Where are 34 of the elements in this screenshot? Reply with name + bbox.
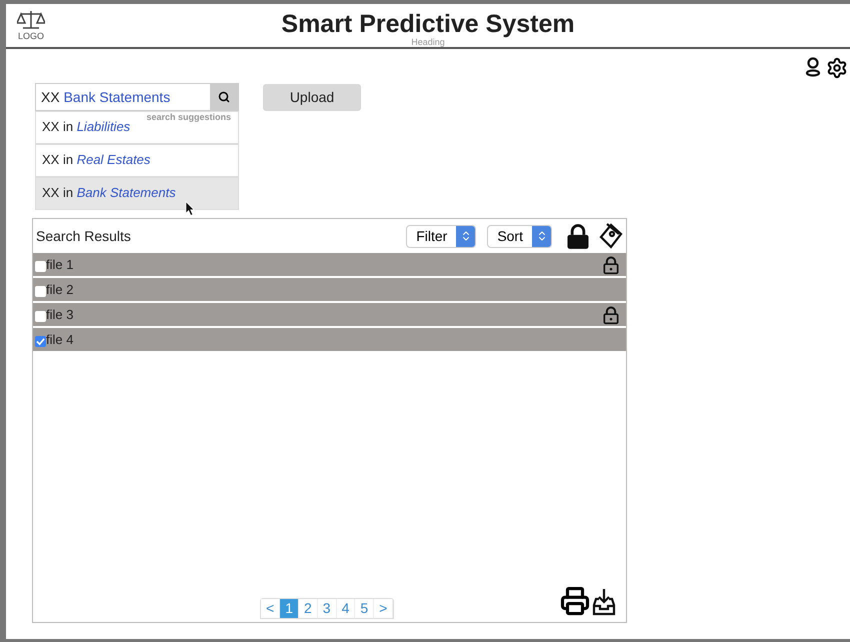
results-title: Search Results — [36, 226, 132, 246]
suggestions-hint: search suggestions — [146, 111, 231, 124]
row-checkbox[interactable] — [35, 286, 46, 296]
settings-icon[interactable] — [826, 57, 848, 79]
upload-button[interactable]: Upload — [263, 84, 361, 111]
mouse-pointer-icon — [185, 201, 195, 216]
filter-select[interactable]: Filter — [406, 224, 476, 248]
suggestion-item[interactable]: XX in Bank Statements — [35, 177, 239, 210]
printer-icon[interactable] — [560, 586, 590, 616]
page-link[interactable]: < — [261, 599, 280, 618]
file-name: file 3 — [46, 306, 74, 324]
file-row[interactable]: file 2 — [33, 278, 626, 301]
row-checkbox[interactable] — [35, 310, 46, 322]
logo-text: LOGO — [18, 32, 44, 41]
tag-icon[interactable] — [598, 222, 624, 250]
search-button[interactable] — [210, 84, 238, 110]
sort-select[interactable]: Sort — [487, 224, 552, 248]
row-checkbox[interactable] — [35, 336, 46, 346]
file-row[interactable]: file 1 — [33, 253, 626, 276]
search-icon — [218, 91, 230, 103]
user-icon[interactable] — [804, 57, 822, 77]
download-tray-icon[interactable] — [592, 588, 616, 616]
file-row[interactable]: file 3 — [33, 303, 626, 326]
file-name: file 2 — [46, 280, 74, 299]
scales-icon — [17, 10, 45, 32]
suggestion-item[interactable]: XX in Real Estates — [35, 144, 239, 177]
page-title: Smart Predictive System — [281, 9, 575, 38]
page-link[interactable]: 1 — [280, 599, 299, 618]
file-name: file 1 — [46, 256, 74, 274]
row-checkbox[interactable] — [35, 260, 46, 272]
file-row[interactable]: file 4 — [33, 328, 626, 351]
heading-label: Heading — [411, 38, 445, 47]
file-name: file 4 — [46, 330, 74, 349]
search-field[interactable]: XX Bank Statements — [35, 83, 239, 111]
